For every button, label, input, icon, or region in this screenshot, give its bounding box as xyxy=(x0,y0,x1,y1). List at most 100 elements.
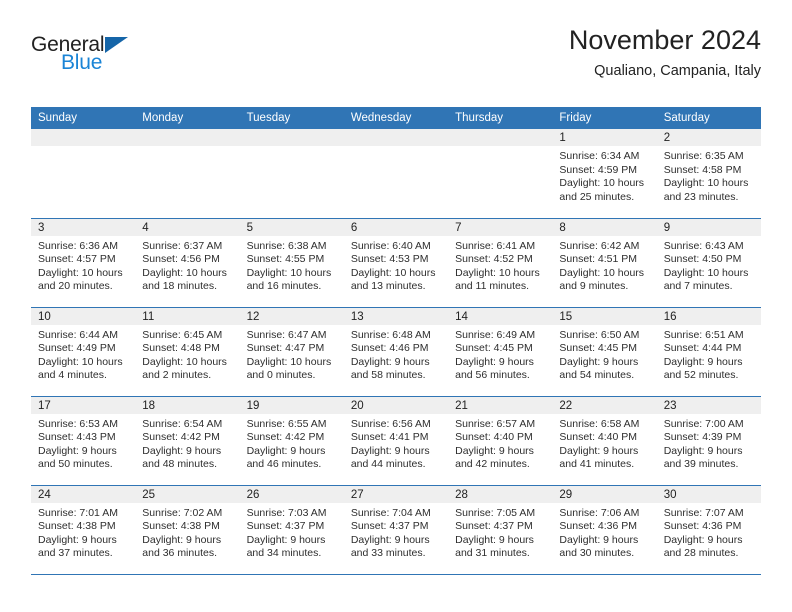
daylight-text: Daylight: 9 hours and 58 minutes. xyxy=(350,355,430,382)
calendar-day-cell[interactable]: 29 Sunrise: 7:06 AM Sunset: 4:36 PM Dayligh… xyxy=(552,485,657,575)
daylight-text: Daylight: 10 hours and 25 minutes. xyxy=(559,177,645,203)
calendar-day-cell[interactable]: 19 Sunrise: 6:55 AM Sunset: 4:42 PM Dayligh… xyxy=(239,396,344,486)
calendar-day-cell[interactable]: 18 Sunrise: 6:54 AM Sunset: 4:42 PM Dayligh… xyxy=(135,396,240,486)
sunrise-text: Sunrise: 6:47 AM xyxy=(246,328,327,341)
sunset-text: Sunset: 4:55 PM xyxy=(246,253,325,266)
daylight-text: Daylight: 9 hours and 44 minutes. xyxy=(350,444,430,471)
calendar-day-cell[interactable]: 5 Sunrise: 6:38 AM Sunset: 4:55 PM Daylight… xyxy=(239,218,344,308)
sunset-text: Sunset: 4:45 PM xyxy=(455,342,533,355)
daylight-text: Daylight: 9 hours and 31 minutes. xyxy=(455,533,534,560)
calendar-day-cell[interactable]: 12 Sunrise: 6:47 AM Sunset: 4:47 PM Dayligh… xyxy=(239,307,344,397)
sunrise-text: Sunrise: 6:45 AM xyxy=(142,328,223,341)
day-details: Sunrise: 6:44 AM Sunset: 4:49 PM Daylight:… xyxy=(31,325,135,383)
sunset-text: Sunset: 4:50 PM xyxy=(663,253,742,266)
sunset-text: Sunset: 4:41 PM xyxy=(350,431,429,444)
calendar-day-cell[interactable]: 21 Sunrise: 6:57 AM Sunset: 4:40 PM Dayligh… xyxy=(448,396,553,486)
calendar-day-cell[interactable]: 14 Sunrise: 6:49 AM Sunset: 4:45 PM Dayligh… xyxy=(448,307,553,397)
day-details: Sunrise: 6:53 AM Sunset: 4:43 PM Daylight:… xyxy=(31,414,135,472)
page-subtitle: Qualiano, Campania, Italy xyxy=(594,62,761,79)
day-number: 6 xyxy=(343,218,449,236)
day-details: Sunrise: 6:35 AM Sunset: 4:58 PM Daylight:… xyxy=(657,146,761,204)
sunrise-text: Sunrise: 6:49 AM xyxy=(455,328,536,341)
calendar-day-cell[interactable]: 28 Sunrise: 7:05 AM Sunset: 4:37 PM Dayligh… xyxy=(448,485,553,575)
day-details: Sunrise: 6:56 AM Sunset: 4:41 PM Daylight:… xyxy=(344,414,448,472)
calendar-day-cell[interactable]: 3 Sunrise: 6:36 AM Sunset: 4:57 PM Daylight… xyxy=(31,218,136,308)
day-details: Sunrise: 6:48 AM Sunset: 4:46 PM Daylight:… xyxy=(344,325,448,383)
sunset-text: Sunset: 4:47 PM xyxy=(246,342,325,355)
daylight-text: Daylight: 9 hours and 48 minutes. xyxy=(142,444,222,471)
calendar-day-cell[interactable]: 22 Sunrise: 6:58 AM Sunset: 4:40 PM Dayligh… xyxy=(552,396,657,486)
sunset-text: Sunset: 4:37 PM xyxy=(350,520,429,533)
sunset-text: Sunset: 4:57 PM xyxy=(38,253,116,266)
calendar-day-cell[interactable]: 16 Sunrise: 6:51 AM Sunset: 4:44 PM Dayligh… xyxy=(656,307,761,397)
calendar-day-cell[interactable]: 25 Sunrise: 7:02 AM Sunset: 4:38 PM Dayligh… xyxy=(135,485,240,575)
day-details: Sunrise: 6:42 AM Sunset: 4:51 PM Daylight:… xyxy=(552,236,656,294)
daylight-text: Daylight: 10 hours and 7 minutes. xyxy=(663,266,749,293)
calendar-day-cell[interactable]: 26 Sunrise: 7:03 AM Sunset: 4:37 PM Dayligh… xyxy=(239,485,344,575)
calendar-day-cell[interactable]: 17 Sunrise: 6:53 AM Sunset: 4:43 PM Dayligh… xyxy=(31,396,136,486)
sunrise-text: Sunrise: 7:02 AM xyxy=(142,506,223,519)
calendar-day-cell[interactable]: 7 Sunrise: 6:41 AM Sunset: 4:52 PM Daylight… xyxy=(448,218,553,308)
calendar-day-cell[interactable]: 13 Sunrise: 6:48 AM Sunset: 4:46 PM Dayligh… xyxy=(343,307,449,397)
sunrise-text: Sunrise: 6:56 AM xyxy=(350,417,431,430)
calendar-day-cell-empty xyxy=(343,129,449,219)
daylight-text: Daylight: 9 hours and 54 minutes. xyxy=(559,355,639,382)
brand-logo[interactable]: General Blue xyxy=(31,26,129,73)
sunrise-text: Sunrise: 6:57 AM xyxy=(455,417,536,430)
sunset-text: Sunset: 4:44 PM xyxy=(663,342,742,355)
sunset-text: Sunset: 4:38 PM xyxy=(38,520,116,533)
sunrise-text: Sunrise: 7:05 AM xyxy=(455,506,536,519)
sunset-text: Sunset: 4:42 PM xyxy=(246,431,325,444)
calendar-day-cell[interactable]: 9 Sunrise: 6:43 AM Sunset: 4:50 PM Daylight… xyxy=(656,218,761,308)
day-details: Sunrise: 7:03 AM Sunset: 4:37 PM Daylight:… xyxy=(240,503,344,561)
calendar-week-row: 24 Sunrise: 7:01 AM Sunset: 4:38 PM Dayligh… xyxy=(31,485,761,575)
title-block: November 2024 Qualiano, Campania, Italy xyxy=(568,25,761,80)
calendar-day-cell[interactable]: 2 Sunrise: 6:35 AM Sunset: 4:58 PM Daylight… xyxy=(656,129,761,219)
calendar-day-cell[interactable]: 23 Sunrise: 7:00 AM Sunset: 4:39 PM Dayligh… xyxy=(656,396,761,486)
calendar-page: General Blue November 2024 Qualiano, Cam… xyxy=(0,0,792,612)
day-number xyxy=(239,129,344,146)
calendar-day-cell[interactable]: 27 Sunrise: 7:04 AM Sunset: 4:37 PM Dayligh… xyxy=(343,485,449,575)
page-title: November 2024 xyxy=(568,25,761,55)
sunrise-text: Sunrise: 6:55 AM xyxy=(246,417,327,430)
calendar-day-cell-empty xyxy=(239,129,344,219)
weekday-header-thursday: Thursday xyxy=(448,107,553,129)
daylight-text: Daylight: 10 hours and 20 minutes. xyxy=(38,266,123,293)
calendar-day-cell[interactable]: 1 Sunrise: 6:34 AM Sunset: 4:59 PM Daylight… xyxy=(552,129,657,219)
calendar-day-cell[interactable]: 30 Sunrise: 7:07 AM Sunset: 4:36 PM Dayligh… xyxy=(656,485,761,575)
day-number xyxy=(448,129,553,146)
calendar-day-cell[interactable]: 6 Sunrise: 6:40 AM Sunset: 4:53 PM Daylight… xyxy=(343,218,449,308)
daylight-text: Daylight: 10 hours and 23 minutes. xyxy=(663,177,749,203)
daylight-text: Daylight: 10 hours and 2 minutes. xyxy=(142,355,227,382)
day-details: Sunrise: 6:51 AM Sunset: 4:44 PM Daylight:… xyxy=(657,325,761,383)
calendar-day-cell-empty xyxy=(135,129,240,219)
sunset-text: Sunset: 4:53 PM xyxy=(350,253,429,266)
daylight-text: Daylight: 9 hours and 46 minutes. xyxy=(246,444,326,471)
daylight-text: Daylight: 9 hours and 30 minutes. xyxy=(559,533,639,560)
calendar-day-cell-empty xyxy=(31,129,136,219)
calendar-day-cell[interactable]: 20 Sunrise: 6:56 AM Sunset: 4:41 PM Dayligh… xyxy=(343,396,449,486)
weekday-header-tuesday: Tuesday xyxy=(239,107,344,129)
calendar-grid: Sunday Monday Tuesday Wednesday Thursday… xyxy=(31,107,761,575)
daylight-text: Daylight: 10 hours and 0 minutes. xyxy=(246,355,332,382)
calendar-day-cell[interactable]: 10 Sunrise: 6:44 AM Sunset: 4:49 PM Dayligh… xyxy=(31,307,136,397)
sunrise-text: Sunrise: 6:35 AM xyxy=(663,150,744,162)
calendar-day-cell[interactable]: 15 Sunrise: 6:50 AM Sunset: 4:45 PM Dayligh… xyxy=(552,307,657,397)
day-number xyxy=(343,129,449,146)
calendar-day-cell[interactable]: 24 Sunrise: 7:01 AM Sunset: 4:38 PM Dayligh… xyxy=(31,485,136,575)
daylight-text: Daylight: 10 hours and 11 minutes. xyxy=(455,266,540,293)
daylight-text: Daylight: 9 hours and 41 minutes. xyxy=(559,444,639,471)
day-number: 23 xyxy=(656,396,761,414)
sunset-text: Sunset: 4:40 PM xyxy=(455,431,533,444)
daylight-text: Daylight: 10 hours and 16 minutes. xyxy=(246,266,332,293)
day-number: 7 xyxy=(448,218,553,236)
calendar-day-cell[interactable]: 4 Sunrise: 6:37 AM Sunset: 4:56 PM Daylight… xyxy=(135,218,240,308)
day-number: 22 xyxy=(552,396,657,414)
calendar-day-cell[interactable]: 8 Sunrise: 6:42 AM Sunset: 4:51 PM Daylight… xyxy=(552,218,657,308)
day-details: Sunrise: 7:00 AM Sunset: 4:39 PM Daylight:… xyxy=(657,414,761,472)
daylight-text: Daylight: 10 hours and 13 minutes. xyxy=(350,266,436,293)
sunset-text: Sunset: 4:40 PM xyxy=(559,431,638,444)
day-details: Sunrise: 6:57 AM Sunset: 4:40 PM Daylight:… xyxy=(448,414,552,472)
sunset-text: Sunset: 4:48 PM xyxy=(142,342,220,355)
calendar-day-cell[interactable]: 11 Sunrise: 6:45 AM Sunset: 4:48 PM Dayligh… xyxy=(135,307,240,397)
